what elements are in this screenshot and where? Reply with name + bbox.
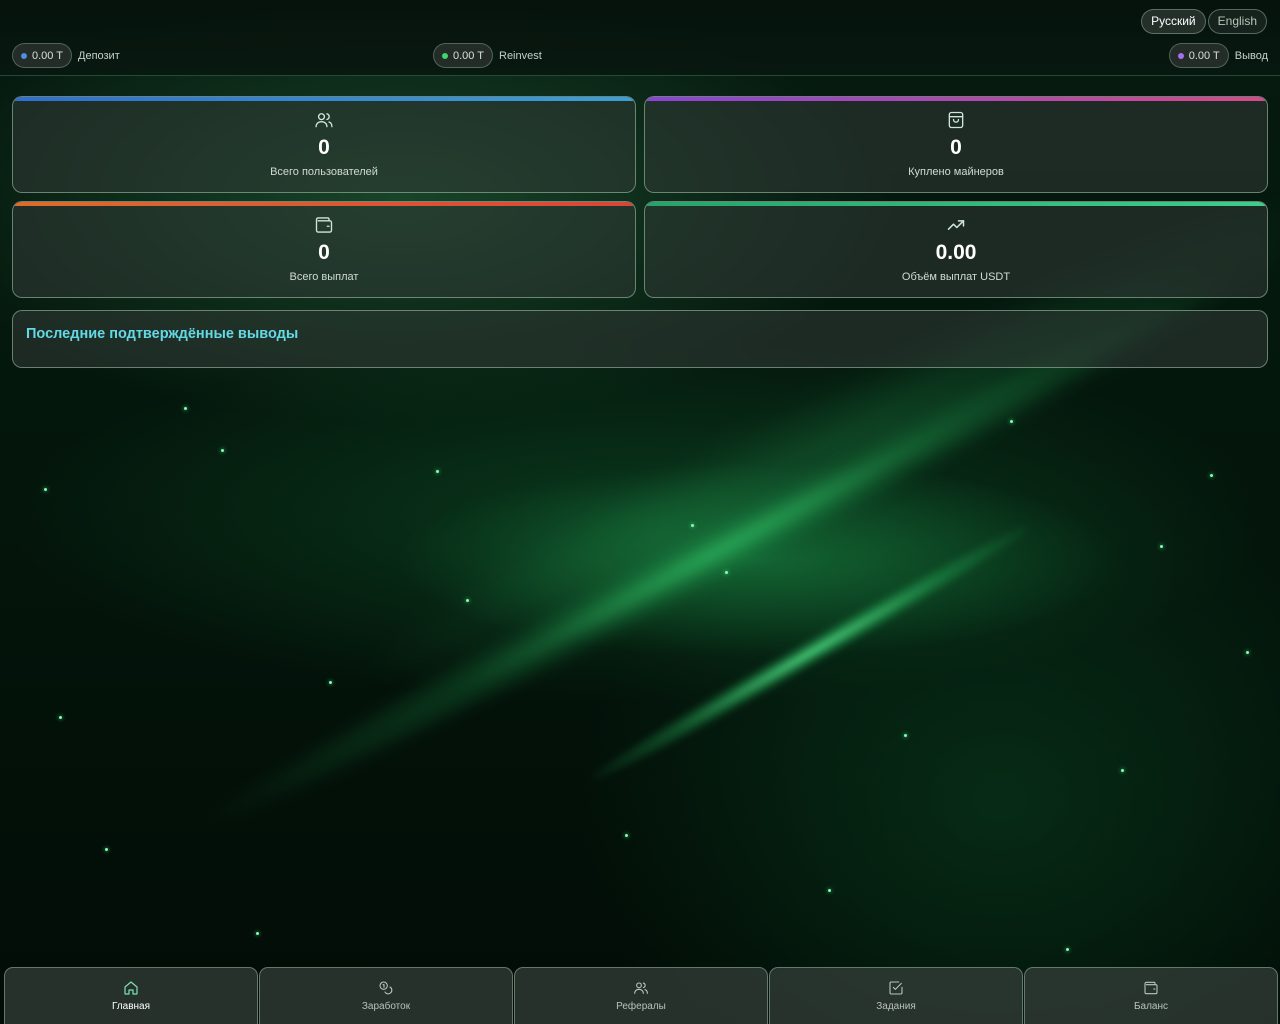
nav-item-tasks[interactable]: Задания	[769, 967, 1023, 1024]
nav-item-balance[interactable]: Баланс	[1024, 967, 1278, 1024]
nav-label-tasks: Задания	[876, 1001, 916, 1012]
language-russian-button[interactable]: Русский	[1141, 9, 1206, 34]
nav-label-referrals: Рефералы	[616, 1001, 666, 1012]
deposit-balance: 0.00 T Депозит	[12, 43, 120, 68]
bottom-navigation: Главная Заработок Рефералы Задания Балан…	[4, 967, 1280, 1024]
withdraw-amount: 0.00 T	[1188, 49, 1220, 62]
trending-up-icon	[947, 220, 965, 230]
withdraw-balance-pill[interactable]: 0.00 T	[1168, 43, 1229, 68]
stat-card-total-payouts: 0 Всего выплат	[12, 201, 636, 298]
withdraw-balance: 0.00 T Вывод	[1168, 43, 1268, 68]
deposit-label: Депозит	[78, 49, 120, 62]
withdraw-label: Вывод	[1234, 49, 1268, 62]
miners-bought-value: 0	[950, 136, 962, 159]
payout-volume-value: 0.00	[935, 241, 977, 264]
wallet-icon	[1144, 981, 1158, 995]
home-icon	[124, 981, 138, 995]
total-users-label: Всего пользователей	[270, 166, 378, 178]
deposit-balance-pill[interactable]: 0.00 T	[12, 43, 72, 68]
nav-item-earnings[interactable]: Заработок	[259, 967, 513, 1024]
wallet-icon	[315, 217, 333, 233]
reinvest-balance-pill[interactable]: 0.00 T	[433, 43, 493, 68]
nav-label-balance: Баланс	[1133, 1001, 1169, 1012]
reinvest-amount: 0.00 T	[453, 49, 484, 62]
nav-item-home[interactable]: Главная	[4, 967, 258, 1024]
nav-item-referrals[interactable]: Рефералы	[514, 967, 768, 1024]
nav-label-home: Главная	[111, 1001, 151, 1012]
payout-volume-label: Объём выплат USDT	[901, 271, 1011, 283]
coins-icon	[379, 981, 393, 995]
language-english-button[interactable]: English	[1207, 9, 1267, 34]
reinvest-balance: 0.00 T Reinvest	[433, 43, 542, 68]
total-users-value: 0	[318, 136, 330, 159]
recent-withdrawals-title: Последние подтверждённые выводы	[26, 326, 299, 342]
reinvest-dot-icon	[442, 52, 448, 59]
top-bar: Русский English 0.00 T Депозит 0.00 T Re…	[0, 0, 1280, 76]
users-icon	[315, 113, 333, 128]
total-payouts-value: 0	[318, 241, 330, 264]
recent-withdrawals-panel: Последние подтверждённые выводы	[12, 310, 1268, 368]
stat-card-total-users: 0 Всего пользователей	[12, 96, 636, 193]
stat-card-payout-volume: 0.00 Объём выплат USDT	[644, 201, 1268, 298]
users-icon	[634, 982, 648, 994]
language-switcher: Русский English	[1141, 9, 1267, 34]
withdraw-dot-icon	[1177, 52, 1184, 59]
deposit-dot-icon	[21, 52, 27, 59]
total-payouts-label: Всего выплат	[289, 271, 359, 283]
deposit-amount: 0.00 T	[32, 49, 63, 62]
shopping-bag-icon	[948, 111, 964, 129]
stat-card-miners-bought: 0 Куплено майнеров	[644, 96, 1268, 193]
reinvest-label: Reinvest	[499, 49, 542, 62]
miners-bought-label: Куплено майнеров	[908, 166, 1004, 178]
nav-label-earnings: Заработок	[361, 1001, 411, 1012]
checkbox-icon	[889, 981, 903, 995]
